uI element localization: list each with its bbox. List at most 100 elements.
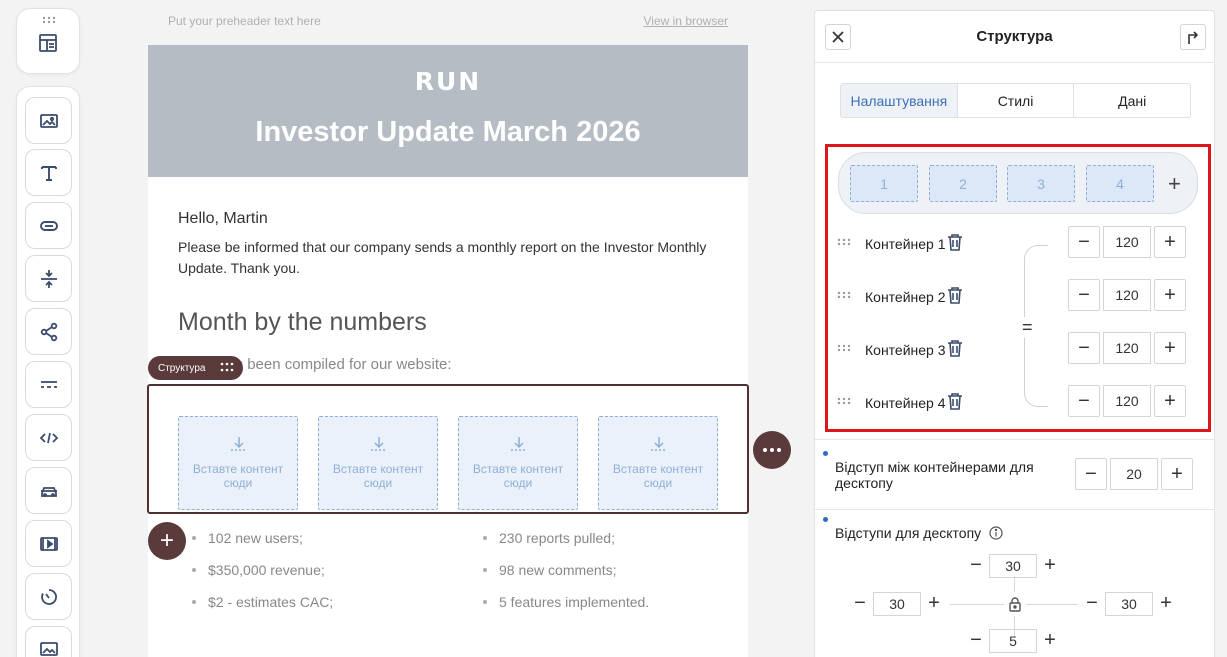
trash-icon[interactable]	[946, 232, 964, 252]
add-column-button[interactable]: +	[1168, 171, 1181, 197]
content-slot[interactable]: Вставте контент сюди	[178, 416, 298, 510]
increase-button[interactable]: +	[1039, 629, 1061, 651]
container-label: Контейнер 4	[865, 395, 946, 411]
html-block-button[interactable]	[25, 414, 72, 461]
intro-paragraph[interactable]: Please be informed that our company send…	[178, 237, 723, 279]
structure-tag[interactable]: Структура	[148, 356, 243, 380]
padding-right-stepper: − 30 +	[1081, 592, 1177, 626]
divider	[815, 439, 1214, 440]
column-chip[interactable]: 1	[850, 165, 918, 202]
insert-icon	[231, 437, 247, 451]
more-options-button[interactable]	[753, 431, 791, 469]
width-input[interactable]: 120	[1103, 332, 1151, 364]
padding-right-input[interactable]: 30	[1105, 592, 1153, 616]
decrease-button[interactable]: −	[1068, 226, 1100, 258]
spacer-block-button[interactable]	[25, 255, 72, 302]
layout-icon[interactable]	[37, 32, 59, 59]
drag-handle-icon[interactable]	[837, 397, 851, 405]
decrease-button[interactable]: −	[1068, 279, 1100, 311]
content-slot[interactable]: Вставте контент сюди	[458, 416, 578, 510]
increase-button[interactable]: +	[1154, 385, 1186, 417]
list-item[interactable]: 5 features implemented.	[483, 594, 649, 626]
column-chip[interactable]: 4	[1086, 165, 1154, 202]
gap-input[interactable]: 20	[1110, 458, 1158, 490]
drag-handle-icon[interactable]	[220, 362, 234, 372]
hero-banner[interactable]: RUN Investor Update March 2026	[148, 45, 748, 177]
section-title[interactable]: Month by the numbers	[178, 308, 427, 337]
increase-button[interactable]: +	[923, 592, 945, 614]
list-item[interactable]: 230 reports pulled;	[483, 530, 649, 562]
timer-block-button[interactable]	[25, 573, 72, 620]
decrease-button[interactable]: −	[965, 629, 987, 651]
drag-handle-icon[interactable]	[837, 344, 851, 352]
greeting-text[interactable]: Hello, Martin	[178, 210, 268, 228]
padding-top-input[interactable]: 30	[989, 554, 1037, 578]
image-block-button[interactable]	[25, 97, 72, 144]
drag-handle-icon[interactable]	[837, 238, 851, 246]
menu-block-button[interactable]	[25, 361, 72, 408]
banner-block-button[interactable]	[25, 467, 72, 514]
decrease-button[interactable]: −	[1068, 385, 1100, 417]
button-block-button[interactable]	[25, 202, 72, 249]
preheader-text[interactable]: Put your preheader text here	[168, 14, 321, 28]
insert-icon	[511, 437, 527, 451]
tab-settings[interactable]: Налаштування	[841, 84, 958, 117]
panel-tabs: Налаштування Стилі Дані	[840, 83, 1191, 118]
increase-button[interactable]: +	[1039, 554, 1061, 576]
decrease-button[interactable]: −	[965, 554, 987, 576]
decrease-button[interactable]: −	[1081, 592, 1103, 614]
column-chip[interactable]: 3	[1007, 165, 1075, 202]
structure-tag-label: Структура	[158, 362, 206, 374]
content-slot[interactable]: Вставте контент сюди	[598, 416, 718, 510]
spacer-icon	[40, 269, 57, 288]
padding-left-input[interactable]: 30	[873, 592, 921, 616]
list-item[interactable]: 98 new comments;	[483, 562, 649, 594]
add-block-button[interactable]: +	[148, 522, 186, 560]
padding-bottom-stepper: − 5 +	[965, 629, 1061, 657]
padding-lock-button[interactable]	[1004, 592, 1026, 616]
content-slot[interactable]: Вставте контент сюди	[318, 416, 438, 510]
brand-logo: RUN	[414, 67, 482, 96]
columns-settings-highlight: 1 2 3 4 + = Контейнер 1 − 120 + Контейне…	[825, 144, 1211, 432]
info-icon[interactable]	[989, 526, 1003, 540]
increase-button[interactable]: +	[1154, 332, 1186, 364]
increase-button[interactable]: +	[1154, 279, 1186, 311]
padding-left-stepper: − 30 +	[849, 592, 945, 626]
column-chip[interactable]: 2	[929, 165, 997, 202]
width-input[interactable]: 120	[1103, 226, 1151, 258]
structure-block[interactable]: Вставте контент сюди Вставте контент сюд…	[147, 384, 749, 514]
stats-list-left: 102 new users; $350,000 revenue; $2 - es…	[192, 530, 333, 626]
view-in-browser-link[interactable]: View in browser	[644, 14, 728, 28]
drag-handle-icon[interactable]	[837, 291, 851, 299]
panel-header: Структура	[815, 11, 1214, 63]
width-input[interactable]: 120	[1103, 279, 1151, 311]
increase-button[interactable]: +	[1161, 458, 1193, 490]
padding-bottom-input[interactable]: 5	[989, 629, 1037, 653]
slot-placeholder: Вставте контент сюди	[192, 462, 284, 490]
container-width-stepper: − 120 +	[1068, 226, 1186, 260]
increase-button[interactable]: +	[1155, 592, 1177, 614]
video-block-button[interactable]	[25, 520, 72, 567]
text-block-button[interactable]	[25, 149, 72, 196]
hero-title: Investor Update March 2026	[255, 116, 641, 148]
decrease-button[interactable]: −	[849, 592, 871, 614]
tab-styles[interactable]: Стилі	[958, 84, 1075, 117]
list-item[interactable]: $2 - estimates CAC;	[192, 594, 333, 626]
column-layout-bar: 1 2 3 4 +	[838, 152, 1198, 214]
grip-icon[interactable]	[42, 16, 56, 24]
decrease-button[interactable]: −	[1075, 458, 1107, 490]
tab-data[interactable]: Дані	[1074, 84, 1190, 117]
trash-icon[interactable]	[946, 338, 964, 358]
trash-icon[interactable]	[946, 391, 964, 411]
select-parent-button[interactable]	[1180, 24, 1206, 50]
list-item[interactable]: $350,000 revenue;	[192, 562, 333, 594]
image-icon	[39, 113, 58, 128]
social-block-button[interactable]	[25, 308, 72, 355]
list-item[interactable]: 102 new users;	[192, 530, 333, 562]
email-canvas: Put your preheader text here View in bro…	[147, 0, 791, 657]
width-input[interactable]: 120	[1103, 385, 1151, 417]
decrease-button[interactable]: −	[1068, 332, 1100, 364]
gallery-block-button[interactable]	[25, 626, 72, 657]
increase-button[interactable]: +	[1154, 226, 1186, 258]
trash-icon[interactable]	[946, 285, 964, 305]
